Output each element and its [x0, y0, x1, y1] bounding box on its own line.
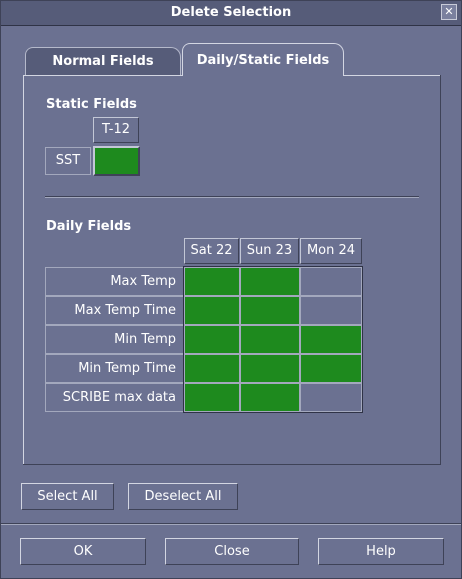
window-title: Delete Selection: [170, 5, 292, 20]
deselect-all-button[interactable]: Deselect All: [128, 483, 238, 510]
tab-panel: [23, 75, 441, 465]
help-button[interactable]: Help: [318, 538, 444, 565]
tab-normal-fields-label: Normal Fields: [52, 54, 154, 69]
select-all-button[interactable]: Select All: [21, 483, 114, 510]
title-bar[interactable]: Delete Selection ✕: [1, 1, 461, 26]
ok-button[interactable]: OK: [20, 538, 146, 565]
tab-daily-static-fields[interactable]: Daily/Static Fields: [182, 43, 344, 76]
footer-divider: [1, 523, 461, 525]
close-icon[interactable]: ✕: [441, 4, 457, 20]
tab-daily-static-fields-label: Daily/Static Fields: [196, 53, 330, 68]
close-button[interactable]: Close: [165, 538, 299, 565]
tab-normal-fields[interactable]: Normal Fields: [25, 47, 181, 75]
delete-selection-dialog: Delete Selection ✕ Normal Fields Daily/S…: [0, 0, 462, 579]
